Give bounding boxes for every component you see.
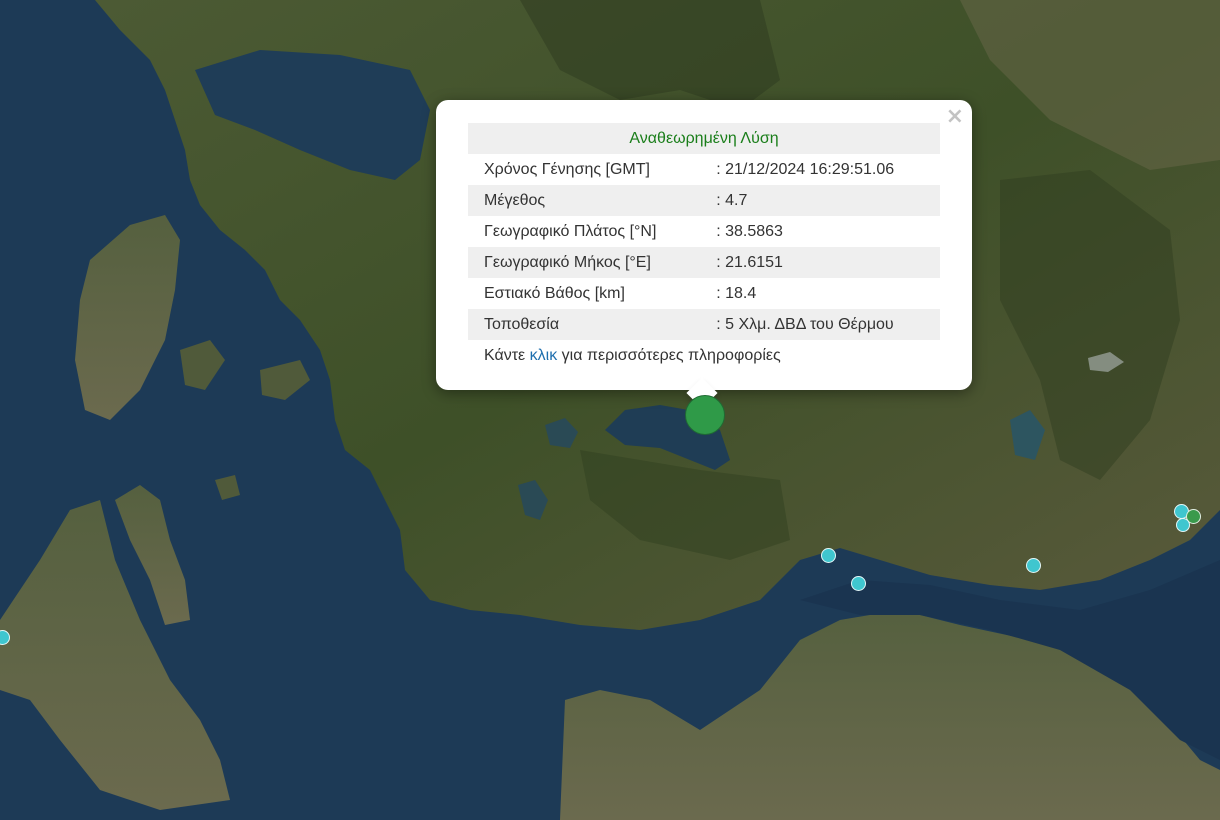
- table-row: Αναθεωρημένη Λύση: [468, 123, 940, 154]
- row-label: Γεωγραφικό Μήκος [°E]: [468, 247, 702, 278]
- row-value: : 21/12/2024 16:29:51.06: [716, 160, 895, 178]
- earthquake-marker[interactable]: [1026, 558, 1041, 573]
- popup-title: Αναθεωρημένη Λύση: [468, 123, 940, 154]
- table-row: Χρόνος Γένησης [GMT] : 21/12/2024 16:29:…: [468, 154, 940, 185]
- table-row: Κάντε κλικ για περισσότερες πληροφορίες: [468, 340, 940, 371]
- earthquake-marker[interactable]: [1176, 518, 1190, 532]
- row-value: : 5 Χλμ. ΔΒΔ του Θέρμου: [701, 309, 940, 340]
- row-value: : 18.4: [716, 284, 757, 302]
- more-info-prefix: Κάντε: [484, 346, 526, 364]
- table-row: Γεωγραφικό Μήκος [°E] : 21.6151: [468, 247, 940, 278]
- table-row: Εστιακό Βάθος [km] : 18.4: [468, 278, 940, 309]
- earthquake-marker[interactable]: [851, 576, 866, 591]
- table-row: Γεωγραφικό Πλάτος [°N] : 38.5863: [468, 216, 940, 247]
- row-value: : 38.5863: [716, 222, 783, 240]
- more-info-suffix: για περισσότερες πληροφορίες: [561, 346, 781, 364]
- row-value: : 21.6151: [701, 247, 940, 278]
- row-value: : 4.7: [701, 185, 940, 216]
- row-label: Μέγεθος: [468, 185, 702, 216]
- row-label: Τοποθεσία: [468, 309, 702, 340]
- table-row: Μέγεθος : 4.7: [468, 185, 940, 216]
- close-icon[interactable]: ×: [946, 106, 964, 128]
- earthquake-details-table: Αναθεωρημένη Λύση Χρόνος Γένησης [GMT] :…: [468, 123, 940, 371]
- table-row: Τοποθεσία : 5 Χλμ. ΔΒΔ του Θέρμου: [468, 309, 940, 340]
- earthquake-marker-selected[interactable]: [685, 395, 725, 435]
- earthquake-info-popup: × Αναθεωρημένη Λύση Χρόνος Γένησης [GMT]…: [436, 100, 972, 390]
- more-info-text: Κάντε κλικ για περισσότερες πληροφορίες: [468, 340, 940, 371]
- more-info-link[interactable]: κλικ: [530, 347, 558, 364]
- row-label: Γεωγραφικό Πλάτος [°N]: [484, 222, 657, 240]
- row-label: Χρόνος Γένησης [GMT]: [484, 160, 650, 178]
- earthquake-marker[interactable]: [821, 548, 836, 563]
- row-label: Εστιακό Βάθος [km]: [484, 284, 625, 302]
